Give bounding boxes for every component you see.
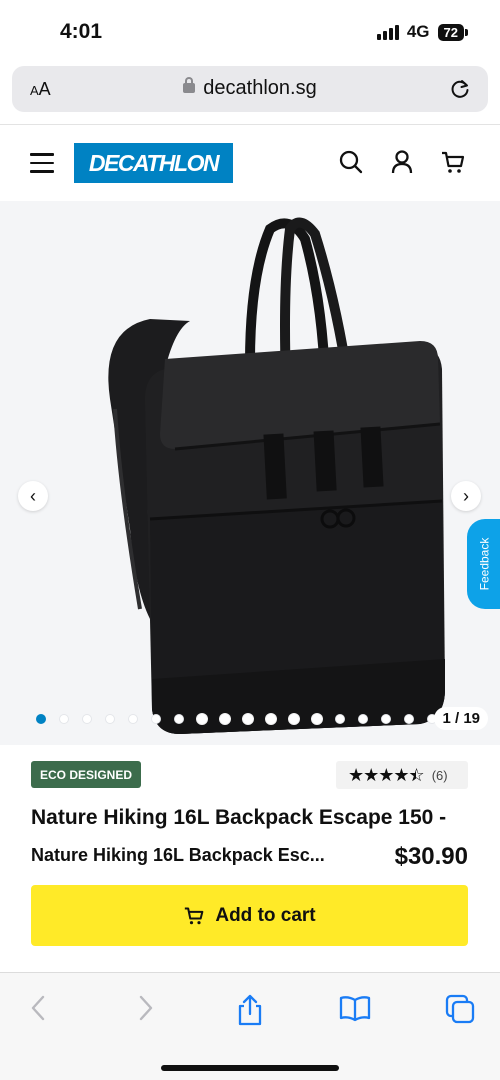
search-icon[interactable] — [338, 149, 364, 175]
image-pagination[interactable] — [36, 714, 460, 724]
pagination-dot[interactable] — [266, 714, 276, 724]
pagination-dot[interactable] — [243, 714, 253, 724]
forward-icon[interactable] — [136, 993, 156, 1023]
product-title: Nature Hiking 16L Backpack Escape 150 - — [31, 806, 447, 829]
sticky-product-name: Nature Hiking 16L Backpack Esc... — [31, 845, 325, 865]
product-image — [108, 217, 445, 734]
home-indicator — [161, 1065, 339, 1071]
add-to-cart-button[interactable]: Add to cart — [31, 885, 468, 946]
battery-icon: 72 — [437, 23, 468, 41]
status-bar: 4:01 4G 72 — [0, 0, 500, 62]
url-display[interactable]: decathlon.sg — [12, 77, 488, 100]
bookmarks-icon[interactable] — [338, 993, 372, 1023]
pagination-dot[interactable] — [59, 714, 69, 724]
domain-text: decathlon.sg — [203, 77, 317, 99]
star-rating-icon: ★★★★☆★ — [348, 764, 425, 785]
logo-text: DECATHLON — [88, 149, 220, 176]
pagination-dot[interactable] — [174, 714, 184, 724]
lock-icon — [183, 77, 196, 93]
browser-toolbar — [0, 972, 500, 1080]
product-gallery[interactable]: ‹ › Feedback 1 / 19 — [0, 201, 500, 745]
feedback-label: Feedback — [477, 537, 492, 591]
pagination-dot[interactable] — [36, 714, 46, 724]
image-counter: 1 / 19 — [434, 707, 488, 730]
rating-count: (6) — [431, 767, 448, 783]
pagination-dot[interactable] — [335, 714, 345, 724]
network-label: 4G — [406, 22, 430, 41]
pagination-dot[interactable] — [197, 714, 207, 724]
back-icon[interactable] — [28, 993, 48, 1023]
reload-icon[interactable] — [448, 77, 472, 101]
feedback-tab[interactable]: Feedback — [467, 519, 500, 609]
battery-level: 72 — [437, 23, 464, 41]
chevron-left-icon: ‹ — [30, 485, 36, 506]
menu-icon[interactable] — [30, 153, 54, 173]
pagination-dot[interactable] — [312, 714, 322, 724]
pagination-dot[interactable] — [289, 714, 299, 724]
pagination-dot[interactable] — [358, 714, 368, 724]
product-price: $30.90 — [394, 843, 468, 870]
chevron-right-icon: › — [463, 485, 469, 506]
status-time: 4:01 — [60, 20, 103, 43]
cart-icon — [185, 907, 204, 924]
next-image-button[interactable]: › — [451, 481, 481, 511]
tabs-icon[interactable] — [444, 993, 476, 1025]
site-header: DECATHLON — [0, 125, 500, 201]
address-bar[interactable]: AA decathlon.sg — [12, 66, 488, 112]
decathlon-logo[interactable]: DECATHLON — [74, 143, 233, 183]
pagination-dot[interactable] — [128, 714, 138, 724]
cart-icon[interactable] — [440, 149, 466, 175]
rating-summary[interactable]: ★★★★☆★ (6) — [336, 761, 468, 789]
pagination-dot[interactable] — [220, 714, 230, 724]
signal-icon — [376, 24, 399, 40]
previous-image-button[interactable]: ‹ — [18, 481, 48, 511]
pagination-dot[interactable] — [82, 714, 92, 724]
pagination-dot[interactable] — [151, 714, 161, 724]
pagination-dot[interactable] — [381, 714, 391, 724]
pagination-dot[interactable] — [105, 714, 115, 724]
eco-designed-badge[interactable]: ECO DESIGNED — [31, 761, 142, 788]
share-icon[interactable] — [236, 993, 264, 1027]
account-icon[interactable] — [390, 149, 414, 175]
add-to-cart-label: Add to cart — [215, 904, 316, 926]
pagination-dot[interactable] — [404, 714, 414, 724]
